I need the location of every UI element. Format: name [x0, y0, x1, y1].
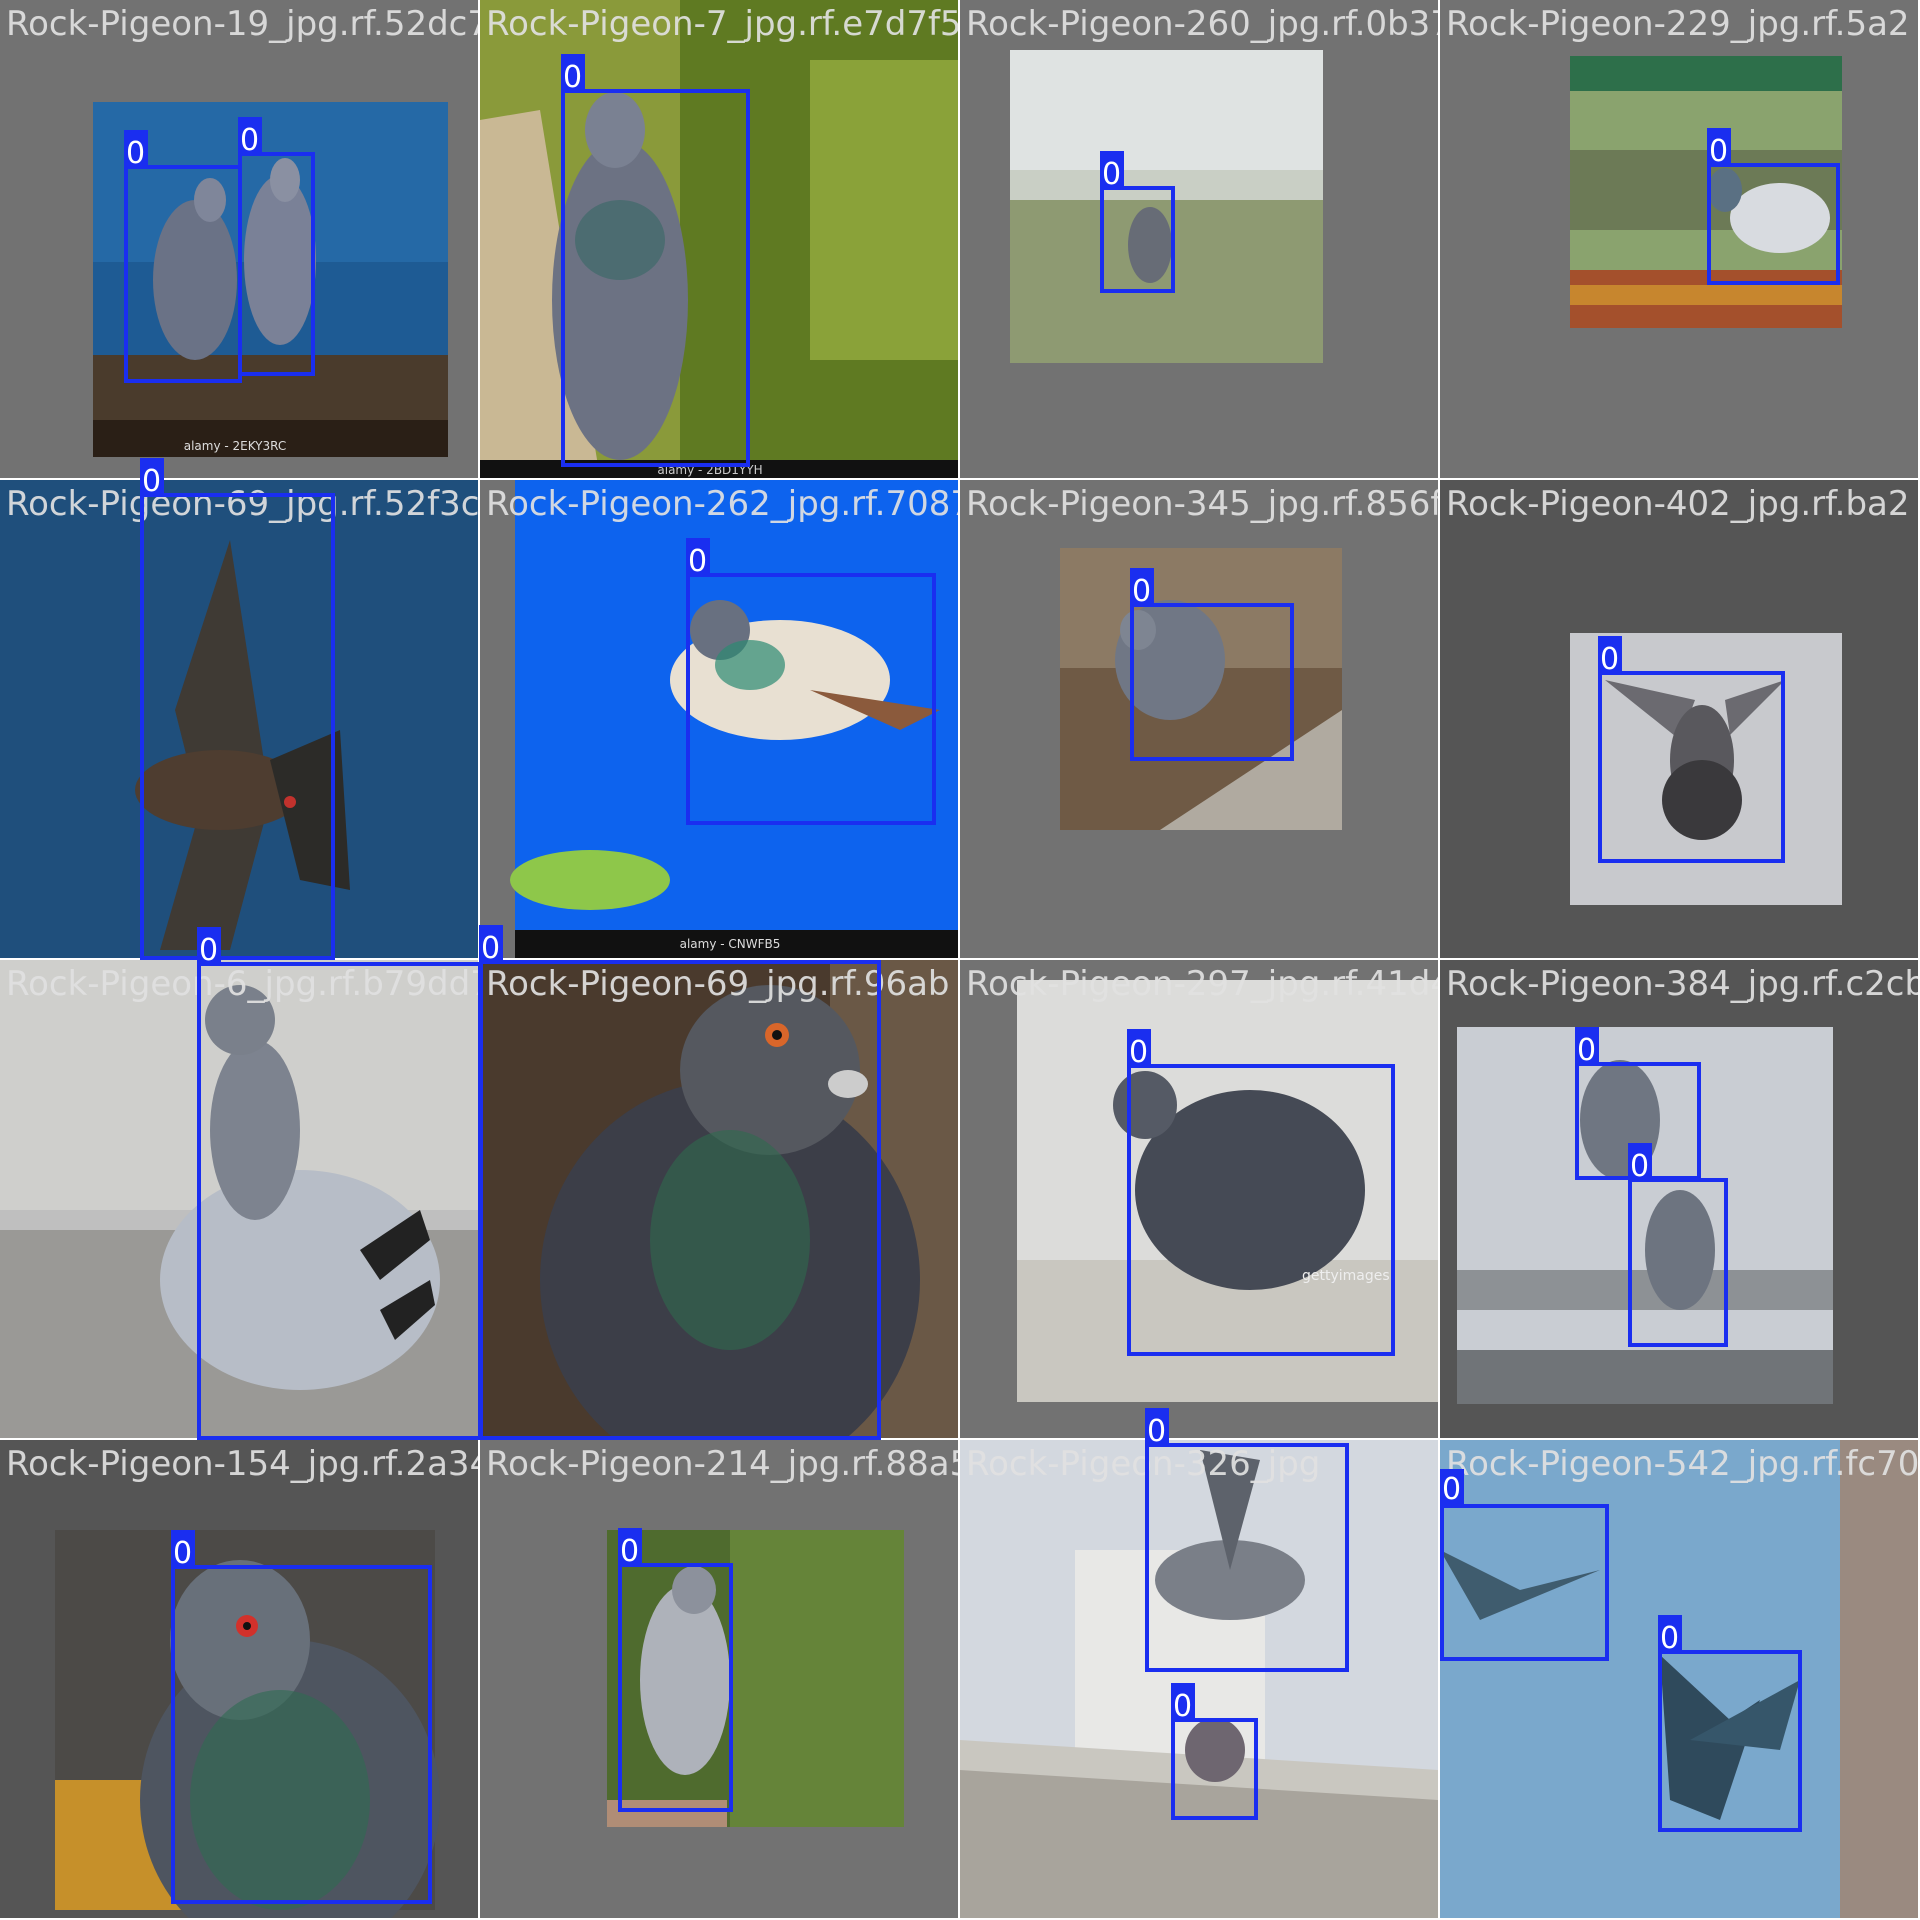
tile-12: Rock-Pigeon-154_jpg.rf.2a34 [0, 1440, 478, 1918]
tile-0-watermark: alamy - 2EKY3RC [184, 439, 287, 453]
tile-7: Rock-Pigeon-402_jpg.rf.ba2 [1440, 480, 1918, 958]
tile-8-photo [0, 960, 478, 1438]
tile-1-watermark: alamy - 2BD1YYH [657, 463, 762, 477]
tile-7-photo [1440, 480, 1918, 958]
tile-6-photo [960, 480, 1438, 958]
tile-5: alamy - CNWFB5 Rock-Pigeon-262_jpg.rf.70… [480, 480, 958, 958]
tile-11-photo [1440, 960, 1918, 1438]
tile-2-filename: Rock-Pigeon-260_jpg.rf.0b37 [966, 4, 1438, 44]
tile-1-photo: alamy - 2BD1YYH [480, 0, 958, 478]
tile-10-photo: gettyimages [960, 960, 1438, 1438]
tile-4-filename: Rock-Pigeon-69_jpg.rf.52f3c [6, 484, 478, 524]
tile-0-filename: Rock-Pigeon-19_jpg.rf.52dc7f0707f05eb7b8 [6, 4, 478, 44]
tile-8-filename: Rock-Pigeon-6_jpg.rf.b79dd7 [6, 964, 478, 1004]
tile-15-photo [1440, 1440, 1918, 1918]
tile-9: Rock-Pigeon-69_jpg.rf.96ab [480, 960, 958, 1438]
tile-5-watermark: alamy - CNWFB5 [680, 937, 781, 951]
tile-11: Rock-Pigeon-384_jpg.rf.c2cb [1440, 960, 1918, 1438]
tile-0-photo: alamy - 2EKY3RC [0, 0, 478, 478]
tile-15: Rock-Pigeon-542_jpg.rf.fc70e9 [1440, 1440, 1918, 1918]
mosaic-grid: alamy - 2EKY3RC Rock-Pigeon-19_jpg.rf.52… [0, 0, 1920, 1920]
tile-12-photo [0, 1440, 478, 1918]
tile-3: Rock-Pigeon-229_jpg.rf.5a2 [1440, 0, 1918, 478]
tile-1-filename: Rock-Pigeon-7_jpg.rf.e7d7f5 [486, 4, 958, 44]
tile-1: alamy - 2BD1YYH Rock-Pigeon-7_jpg.rf.e7d… [480, 0, 958, 478]
tile-14-filename: Rock-Pigeon-326_jpg [966, 1444, 1321, 1484]
tile-4: Rock-Pigeon-69_jpg.rf.52f3c [0, 480, 478, 958]
tile-15-filename: Rock-Pigeon-542_jpg.rf.fc70e9 [1446, 1444, 1918, 1484]
tile-6-filename: Rock-Pigeon-345_jpg.rf.856f [966, 484, 1438, 524]
tile-12-filename: Rock-Pigeon-154_jpg.rf.2a34 [6, 1444, 478, 1484]
tile-3-photo [1440, 0, 1918, 478]
tile-5-photo: alamy - CNWFB5 [480, 480, 958, 958]
tile-3-filename: Rock-Pigeon-229_jpg.rf.5a2 [1446, 4, 1910, 44]
tile-13: Rock-Pigeon-214_jpg.rf.88a5 [480, 1440, 958, 1918]
tile-9-photo [480, 960, 958, 1438]
tile-10-filename: Rock-Pigeon-297_jpg.rf.41d4 [966, 964, 1438, 1004]
tile-8: Rock-Pigeon-6_jpg.rf.b79dd7 [0, 960, 478, 1438]
tile-7-filename: Rock-Pigeon-402_jpg.rf.ba2 [1446, 484, 1910, 524]
tile-4-photo [0, 480, 478, 958]
tile-5-filename: Rock-Pigeon-262_jpg.rf.7087a [486, 484, 958, 524]
tile-9-filename: Rock-Pigeon-69_jpg.rf.96ab [486, 964, 950, 1004]
tile-2: Rock-Pigeon-260_jpg.rf.0b37 [960, 0, 1438, 478]
tile-13-filename: Rock-Pigeon-214_jpg.rf.88a5 [486, 1444, 958, 1484]
tile-6: Rock-Pigeon-345_jpg.rf.856f [960, 480, 1438, 958]
tile-11-filename: Rock-Pigeon-384_jpg.rf.c2cb [1446, 964, 1918, 1004]
tile-13-photo [480, 1440, 958, 1918]
tile-2-photo [960, 0, 1438, 478]
tile-10-watermark: gettyimages [1302, 1268, 1390, 1284]
tile-10: gettyimages Rock-Pigeon-297_jpg.rf.41d4 [960, 960, 1438, 1438]
tile-14: Rock-Pigeon-326_jpg [960, 1440, 1438, 1918]
tile-0: alamy - 2EKY3RC Rock-Pigeon-19_jpg.rf.52… [0, 0, 478, 478]
tile-14-photo [960, 1440, 1438, 1918]
